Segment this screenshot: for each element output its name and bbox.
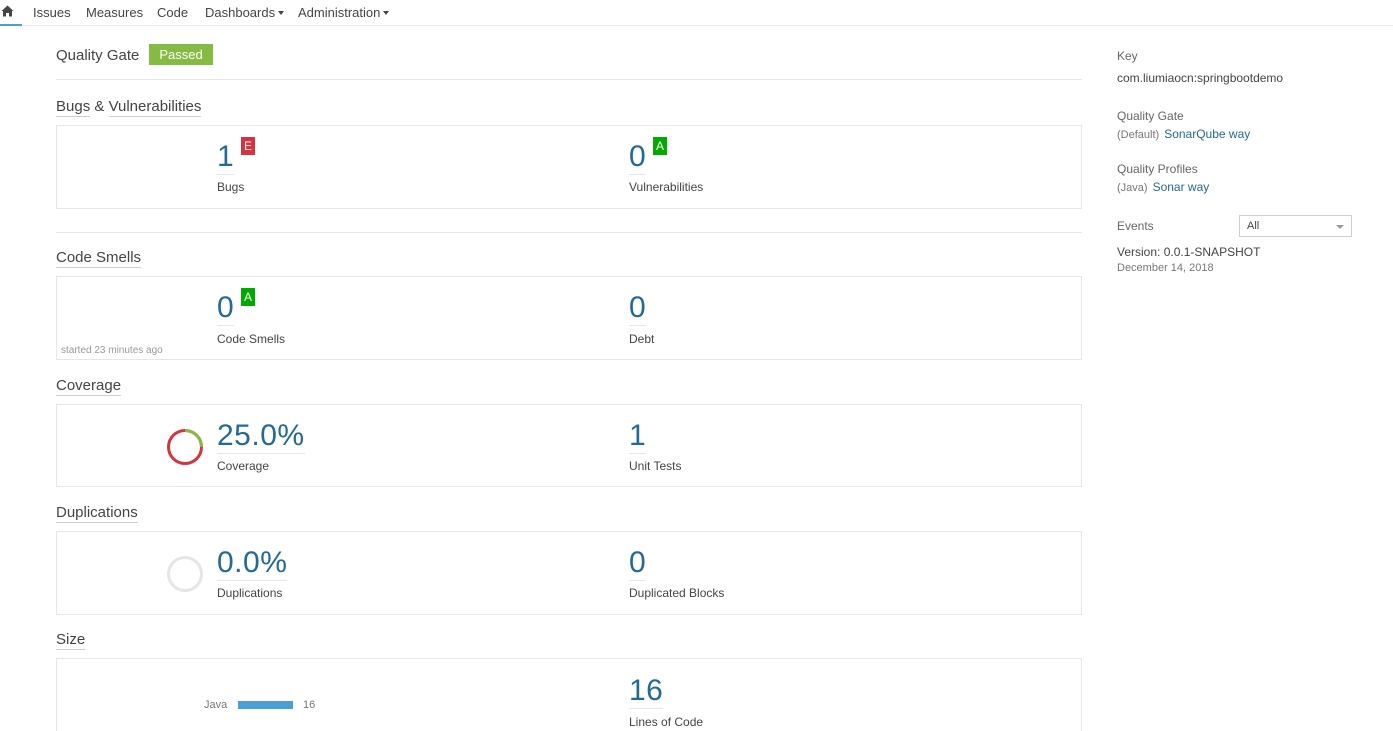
debt-label: Debt (629, 332, 655, 346)
code-smells-rating-badge[interactable]: A (241, 288, 255, 306)
divider (56, 232, 1082, 233)
quality-gate-sidebar-heading: Quality Gate (1117, 109, 1184, 123)
bugs-value[interactable]: 1 (217, 142, 235, 175)
events-filter-select[interactable]: All (1239, 215, 1352, 237)
coverage-card: 25.0% Coverage 1 Unit Tests (56, 404, 1082, 487)
bugs-heading-link[interactable]: Bugs (56, 98, 91, 117)
vulnerabilities-label: Vulnerabilities (629, 180, 704, 194)
vulnerabilities-heading-link[interactable]: Vulnerabilities (108, 98, 202, 117)
bugs-label: Bugs (217, 180, 245, 194)
quality-profile-link[interactable]: Sonar way (1153, 180, 1210, 194)
duplicated-blocks-label: Duplicated Blocks (629, 586, 725, 600)
vulnerabilities-value[interactable]: 0 (629, 142, 647, 175)
quality-gate-title: Quality Gate (56, 47, 140, 64)
debt-value[interactable]: 0 (629, 293, 647, 326)
duplications-donut-chart (167, 556, 203, 592)
project-key-value: com.liumiaocn:springbootdemo (1117, 71, 1284, 85)
size-heading: Size (56, 631, 86, 650)
quality-gate-default-tag: (Default) (1117, 129, 1160, 141)
version-date: December 14, 2018 (1117, 262, 1214, 274)
duplications-label: Duplications (217, 586, 283, 600)
chevron-down-icon (383, 11, 390, 15)
heading-ampersand: & (94, 98, 105, 115)
bugs-vulnerabilities-heading: Bugs & Vulnerabilities (56, 98, 202, 117)
quality-gate-link[interactable]: SonarQube way (1164, 127, 1250, 141)
code-smells-heading-link[interactable]: Code Smells (56, 249, 142, 268)
code-smells-card: 0 A Code Smells 0 Debt started 23 minute… (56, 276, 1082, 360)
chevron-down-icon (278, 11, 285, 15)
code-smells-heading: Code Smells (56, 249, 142, 268)
code-smells-value[interactable]: 0 (217, 293, 235, 326)
quality-gate-sidebar-row: (Default) SonarQube way (1117, 127, 1250, 141)
size-card: Java 16 16 Lines of Code (56, 658, 1082, 731)
key-heading: Key (1117, 49, 1138, 63)
coverage-heading-link[interactable]: Coverage (56, 377, 122, 396)
language-java-value: 16 (303, 699, 316, 711)
coverage-heading: Coverage (56, 377, 122, 396)
duplications-value[interactable]: 0.0% (217, 548, 288, 581)
version-value: 0.0.1-SNAPSHOT (1163, 245, 1261, 259)
code-smells-label: Code Smells (217, 332, 286, 346)
top-navigation: Issues Measures Code Dashboards Administ… (0, 0, 1393, 26)
duplications-card: 0.0% Duplications 0 Duplicated Blocks (56, 531, 1082, 615)
analysis-started-text: started 23 minutes ago (61, 345, 163, 356)
duplications-heading: Duplications (56, 504, 138, 523)
nav-administration[interactable]: Administration (298, 5, 390, 20)
quality-profiles-row: (Java) Sonar way (1117, 180, 1209, 194)
nav-dashboards-label: Dashboards (205, 5, 276, 20)
nav-administration-label: Administration (298, 5, 381, 20)
version-event: Version: 0.0.1-SNAPSHOT (1117, 245, 1260, 259)
version-label: Version: (1117, 245, 1161, 259)
vulnerabilities-rating-badge[interactable]: A (653, 137, 667, 155)
nav-dashboards[interactable]: Dashboards (205, 5, 285, 20)
coverage-label: Coverage (217, 459, 270, 473)
events-filter-value: All (1247, 220, 1260, 232)
divider (56, 79, 1082, 80)
quality-gate-status-badge: Passed (149, 44, 213, 65)
size-heading-link[interactable]: Size (56, 631, 86, 650)
language-java-bar (238, 701, 293, 709)
coverage-value[interactable]: 25.0% (217, 421, 305, 454)
unit-tests-label: Unit Tests (629, 459, 682, 473)
bugs-rating-badge[interactable]: E (241, 137, 255, 155)
quality-profiles-heading: Quality Profiles (1117, 162, 1198, 176)
duplicated-blocks-value[interactable]: 0 (629, 548, 647, 581)
bugs-vulnerabilities-card: 1 E Bugs 0 A Vulnerabilities (56, 125, 1082, 209)
events-heading: Events (1117, 219, 1154, 233)
nav-measures[interactable]: Measures (86, 5, 143, 20)
home-tab[interactable] (0, 0, 22, 26)
coverage-donut-chart (167, 429, 203, 465)
lines-of-code-value[interactable]: 16 (629, 676, 664, 709)
duplications-heading-link[interactable]: Duplications (56, 504, 138, 523)
quality-profile-language-tag: (Java) (1117, 182, 1148, 194)
language-java-label: Java (204, 699, 228, 711)
lines-of-code-label: Lines of Code (629, 715, 704, 729)
nav-code[interactable]: Code (157, 5, 188, 20)
unit-tests-value[interactable]: 1 (629, 421, 647, 454)
chevron-down-icon (1336, 225, 1344, 229)
nav-issues[interactable]: Issues (33, 5, 71, 20)
